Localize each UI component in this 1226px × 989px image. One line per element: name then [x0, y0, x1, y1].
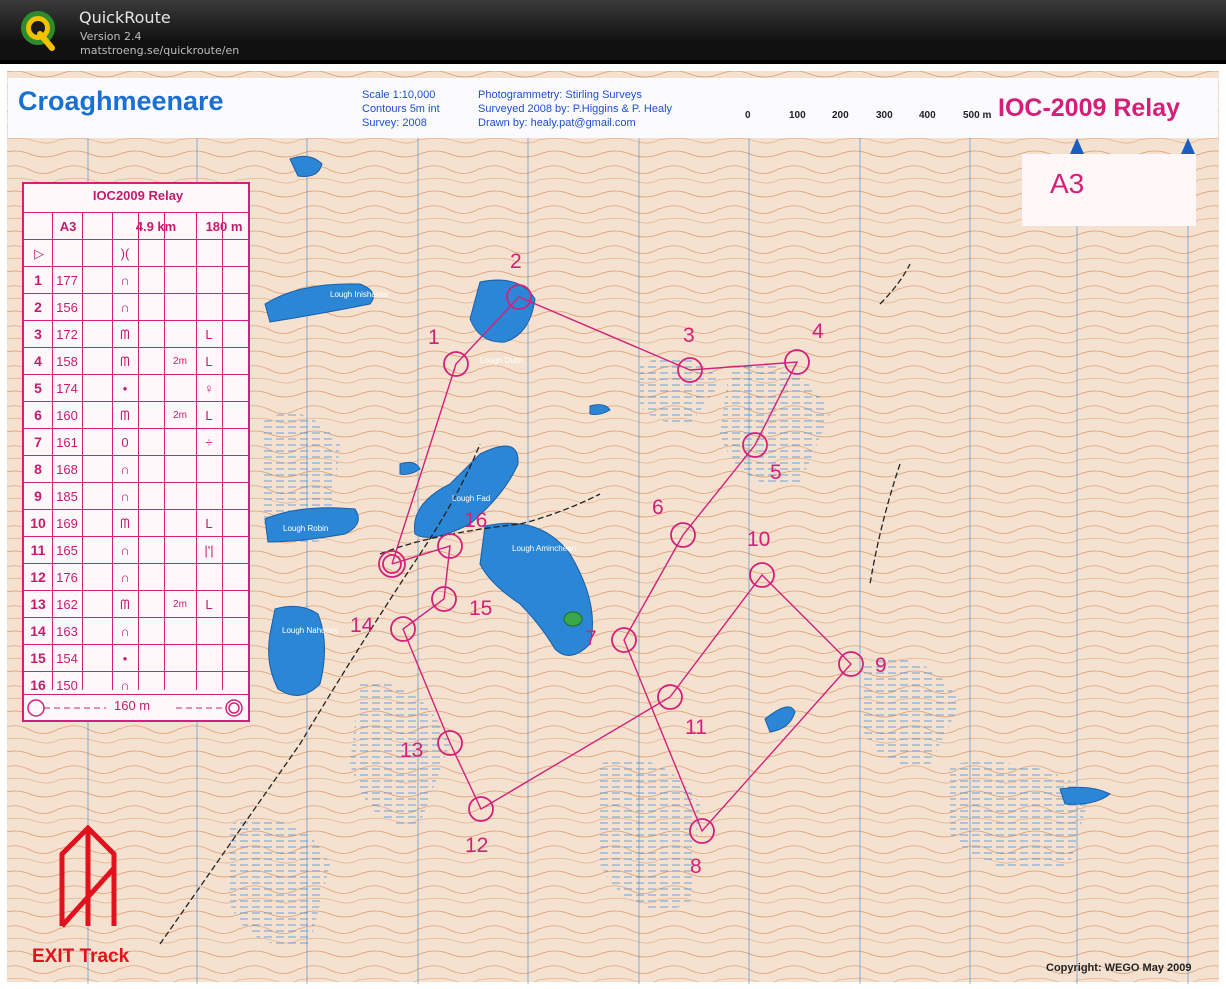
map-info-right: Photogrammetry: Stirling Surveys Surveye…: [478, 89, 673, 129]
description-title: IOC2009 Relay: [92, 188, 184, 203]
control-label-13: 13: [400, 739, 424, 762]
description-length: 4.9 km: [135, 219, 177, 234]
control-label-9: 9: [875, 654, 887, 677]
description-row: 2 156 ∩: [24, 293, 248, 321]
description-row: 3 172 ᗰ L: [24, 320, 248, 348]
control-label-7: 7: [585, 627, 597, 650]
description-row: 11 165 ∩ |'|: [24, 536, 248, 564]
scale-label: 500 m: [963, 110, 992, 121]
control-label-10: 10: [747, 528, 771, 551]
control-label-8: 8: [690, 855, 702, 878]
exit-track-label: EXIT Track: [32, 946, 130, 967]
control-label-1: 1: [428, 326, 440, 349]
scale-label: 400: [919, 110, 936, 121]
app-url-link[interactable]: matstroeng.se/quickroute/en: [80, 44, 239, 57]
quickroute-logo-icon: [21, 11, 55, 51]
control-description-sheet: IOC2009 Relay A3 4.9 km 180 m ▷ )( 1 177…: [22, 182, 250, 722]
description-finish-row: 160 m: [24, 694, 248, 721]
map-info-left: Scale 1:10,000 Contours 5m int Survey: 2…: [362, 89, 440, 129]
control-label-14: 14: [350, 614, 374, 637]
control-label-5: 5: [770, 461, 782, 484]
control-label-4: 4: [812, 320, 824, 343]
scale-label: 0: [745, 110, 751, 121]
lake-label: Lough Robin: [283, 524, 329, 533]
description-row: 10 169 ᗰ L: [24, 509, 248, 537]
description-row: 9 185 ∩: [24, 482, 248, 510]
control-label-16: 16: [464, 509, 488, 532]
description-row: 8 168 ∩: [24, 455, 248, 483]
description-class: A3: [59, 219, 77, 234]
control-label-12: 12: [465, 834, 489, 857]
lake-label: Lough Fad: [452, 494, 491, 503]
description-row: 7 161 0 ÷: [24, 428, 248, 456]
app-title: QuickRoute: [79, 8, 171, 27]
description-header-row: A3 4.9 km 180 m: [24, 212, 248, 240]
description-row: 15 154 •: [24, 644, 248, 672]
description-climb: 180 m: [205, 219, 243, 234]
control-label-15: 15: [469, 597, 493, 620]
lake-label: Lough Dubh: [480, 356, 524, 365]
lake-label: Lough Aminchean: [512, 544, 577, 553]
description-row: 12 176 ∩: [24, 563, 248, 591]
app-titlebar: QuickRoute Version 2.4 matstroeng.se/qui…: [0, 0, 1226, 60]
description-start-row: ▷ )(: [24, 239, 248, 267]
class-label: A3: [1050, 168, 1085, 199]
description-row: 14 163 ∩: [24, 617, 248, 645]
lake-label: Lough Nahooey: [282, 626, 339, 635]
control-label-6: 6: [652, 496, 664, 519]
lake-label: Lough Inishanlar: [330, 290, 390, 299]
finish-distance: 160 m: [114, 698, 151, 713]
description-row: 13 162 ᗰ 2m L: [24, 590, 248, 618]
class-box: [1022, 154, 1196, 226]
control-label-11: 11: [685, 716, 707, 739]
app-version: Version 2.4: [80, 30, 142, 43]
scale-label: 300: [876, 110, 893, 121]
scale-label: 200: [832, 110, 849, 121]
start-feature: )(: [120, 246, 130, 261]
description-row: 6 160 ᗰ 2m L: [24, 401, 248, 429]
map-copyright: Copyright: WEGO May 2009: [1046, 962, 1192, 974]
scale-label: 100: [789, 110, 806, 121]
description-row: 5 174 • ♀: [24, 374, 248, 402]
description-row: 4 158 ᗰ 2m L: [24, 347, 248, 375]
start-triangle-icon: ▷: [34, 246, 44, 261]
map-name: Croaghmeenare: [18, 86, 224, 116]
event-title: IOC-2009 Relay: [998, 94, 1181, 122]
description-row: 1 177 ∩: [24, 266, 248, 294]
orienteering-map[interactable]: Croaghmeenare Scale 1:10,000 Contours 5m…: [0, 64, 1226, 989]
control-label-2: 2: [510, 250, 522, 273]
control-label-3: 3: [683, 324, 695, 347]
